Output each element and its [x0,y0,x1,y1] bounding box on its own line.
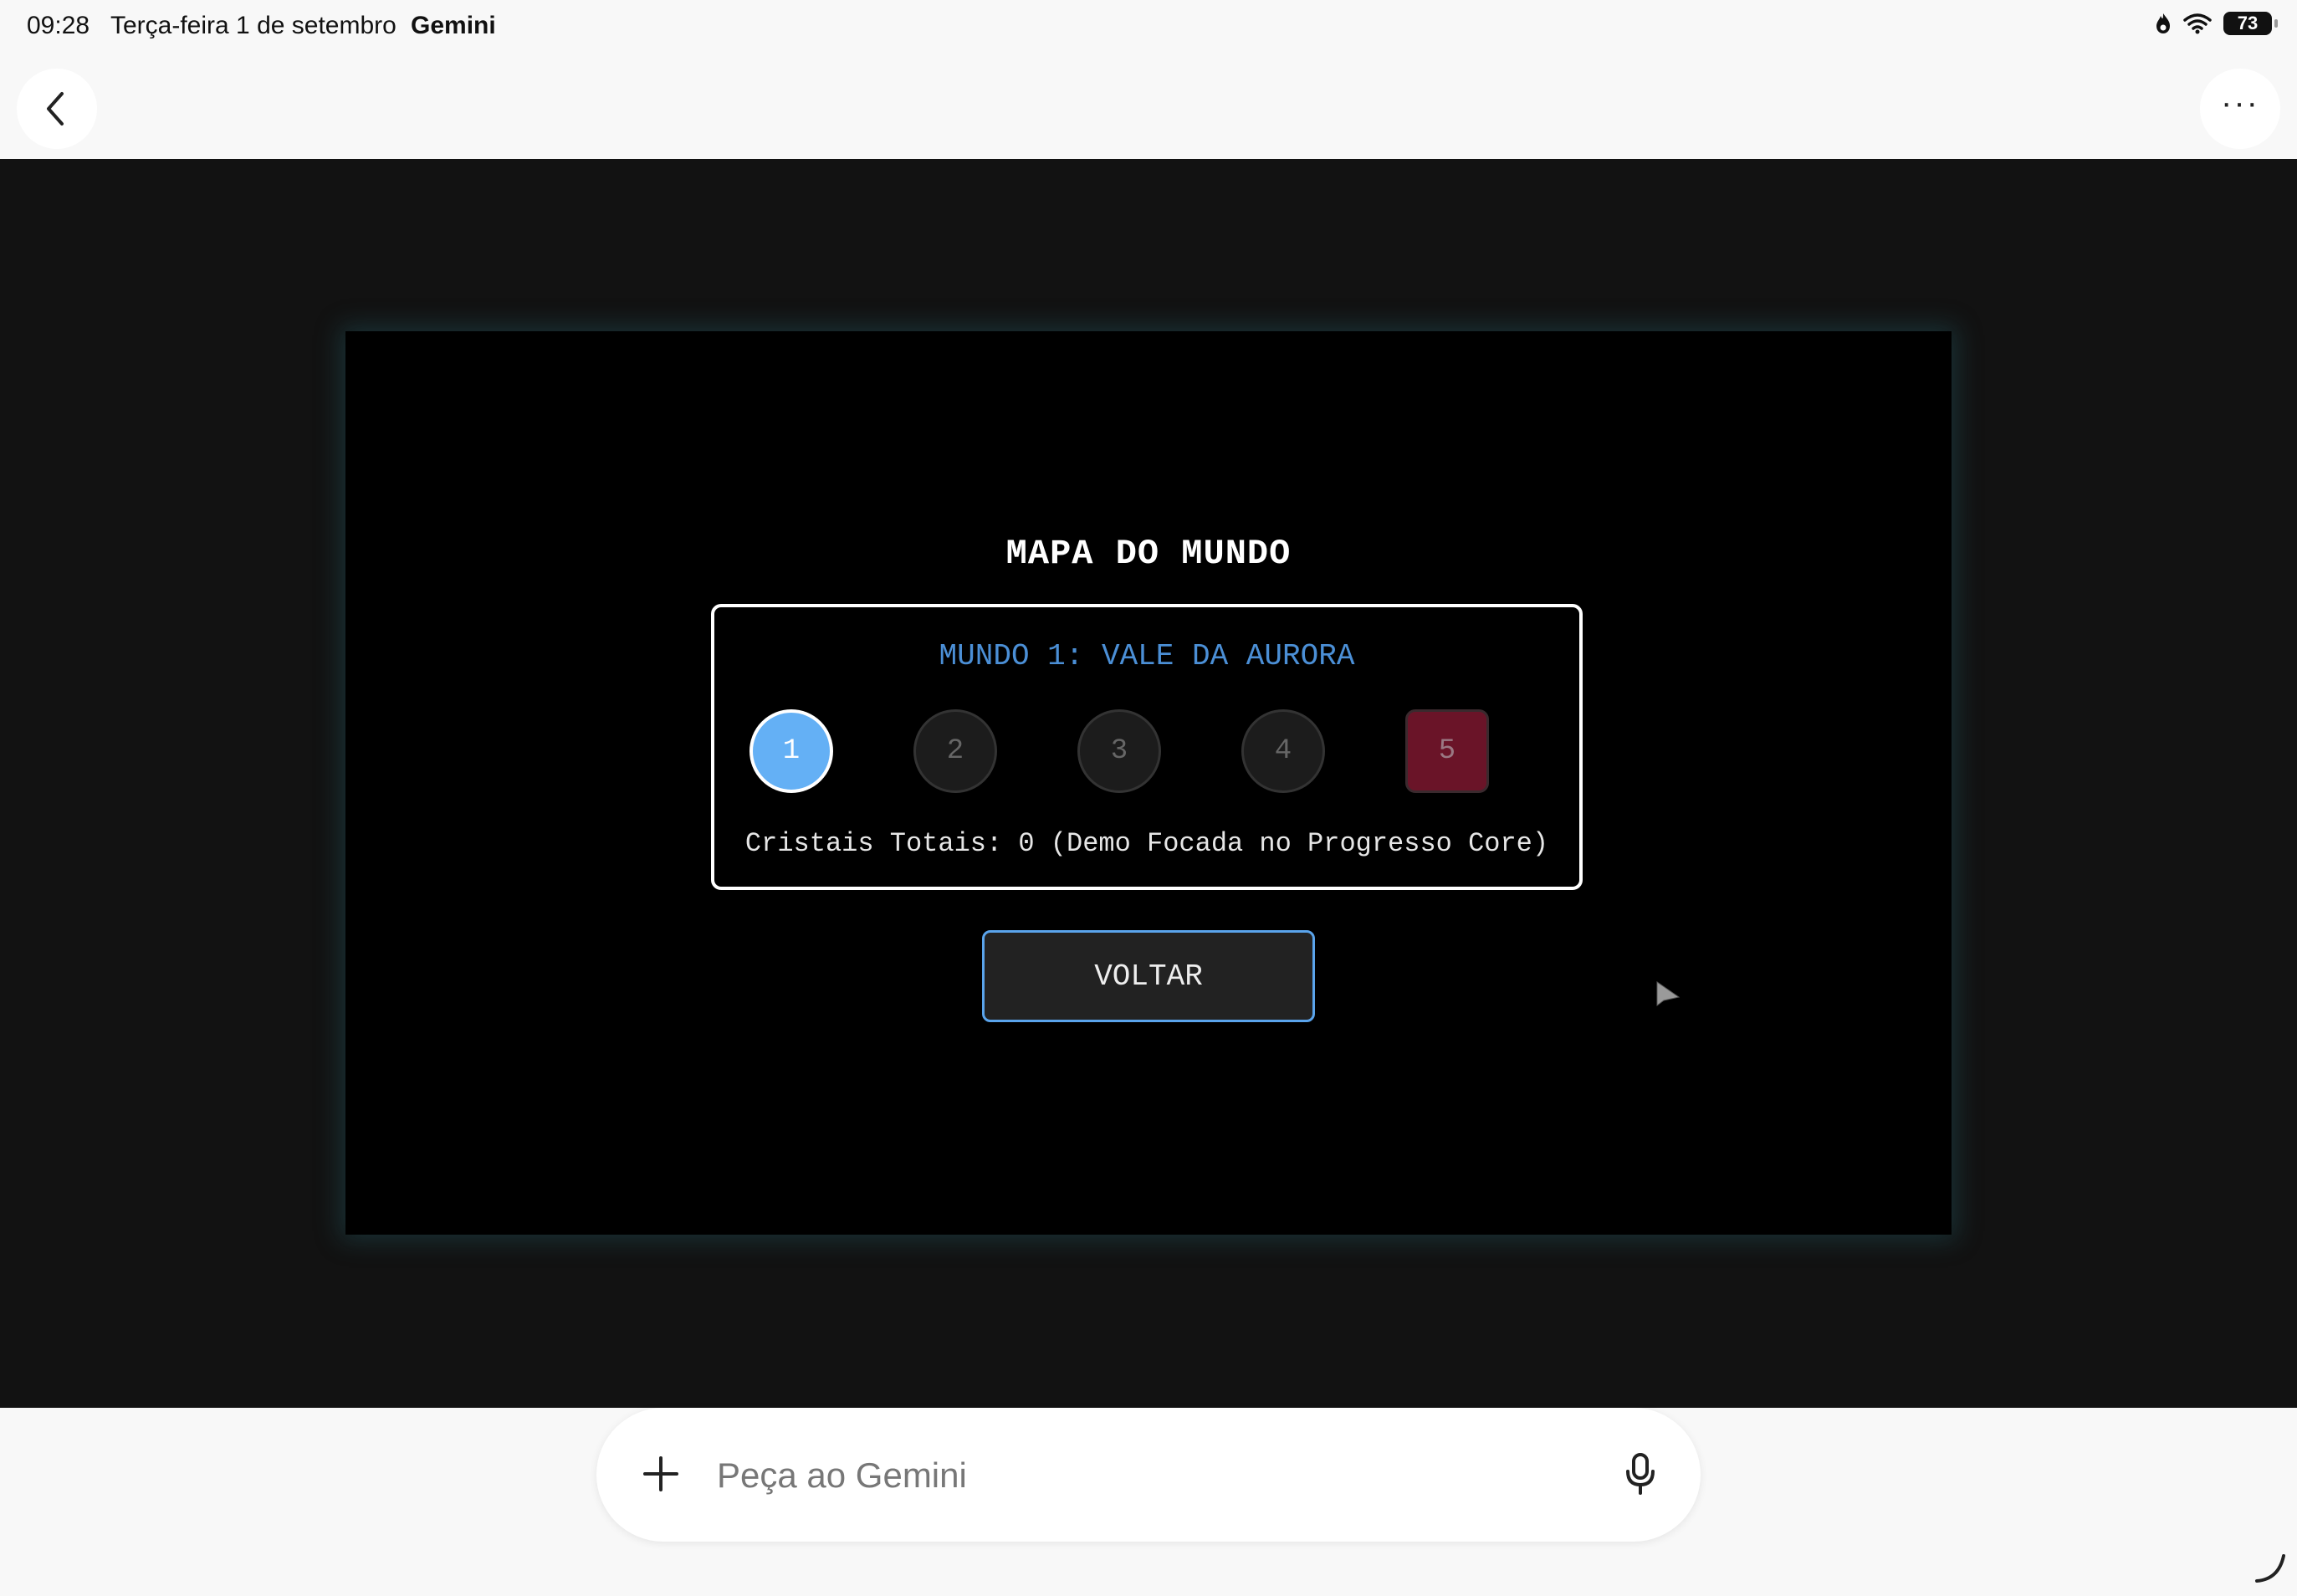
world-panel: MUNDO 1: VALE DA AURORA 1 2 3 4 5 Crista [711,604,1583,890]
status-bar: 09:28 Terça-feira 1 de setembro Gemini 7… [0,0,2297,54]
game-canvas: MAPA DO MUNDO MUNDO 1: VALE DA AURORA 1 … [345,331,1952,1235]
voltar-label: VOLTAR [1094,959,1203,994]
level-node-1[interactable]: 1 [749,709,833,793]
bottom-bar [0,1408,2297,1596]
crystals-total: Cristais Totais: 0 (Demo Focada no Progr… [744,828,1549,859]
top-app-bar: ··· [0,54,2297,159]
status-icons: 73 [2155,12,2278,35]
more-horizontal-icon: ··· [2221,84,2259,121]
level-list: 1 2 3 4 5 [749,709,1553,793]
preview-area: MAPA DO MUNDO MUNDO 1: VALE DA AURORA 1 … [0,159,2297,1408]
level-node-3[interactable]: 3 [1077,709,1161,793]
level-node-5-boss[interactable]: 5 [1405,709,1489,793]
battery-level: 73 [2237,13,2259,33]
back-button[interactable] [17,69,97,149]
status-time: 09:28 [27,12,90,39]
location-flame-icon [2156,13,2170,33]
level-label: 4 [1274,735,1292,767]
plus-icon[interactable] [640,1453,682,1495]
more-options-button[interactable]: ··· [2200,69,2280,149]
mouse-cursor-icon [1656,981,1681,1006]
wifi-icon [2183,13,2212,34]
prompt-bar [596,1408,1701,1542]
chevron-left-icon [47,92,64,125]
status-app-name: Gemini [411,12,496,39]
level-label: 2 [946,735,964,767]
level-label: 5 [1438,735,1456,767]
world-name: MUNDO 1: VALE DA AURORA [939,639,1355,673]
resize-handle-icon [2255,1554,2285,1583]
status-date: Terça-feira 1 de setembro [110,12,396,39]
level-node-4[interactable]: 4 [1241,709,1325,793]
level-label: 1 [782,735,801,767]
map-title: MAPA DO MUNDO [1005,534,1292,574]
microphone-icon[interactable] [1624,1451,1657,1496]
prompt-input[interactable] [715,1450,1555,1501]
level-label: 3 [1110,735,1128,767]
voltar-button[interactable]: VOLTAR [982,930,1315,1022]
battery-indicator: 73 [2223,12,2278,35]
level-node-2[interactable]: 2 [913,709,997,793]
